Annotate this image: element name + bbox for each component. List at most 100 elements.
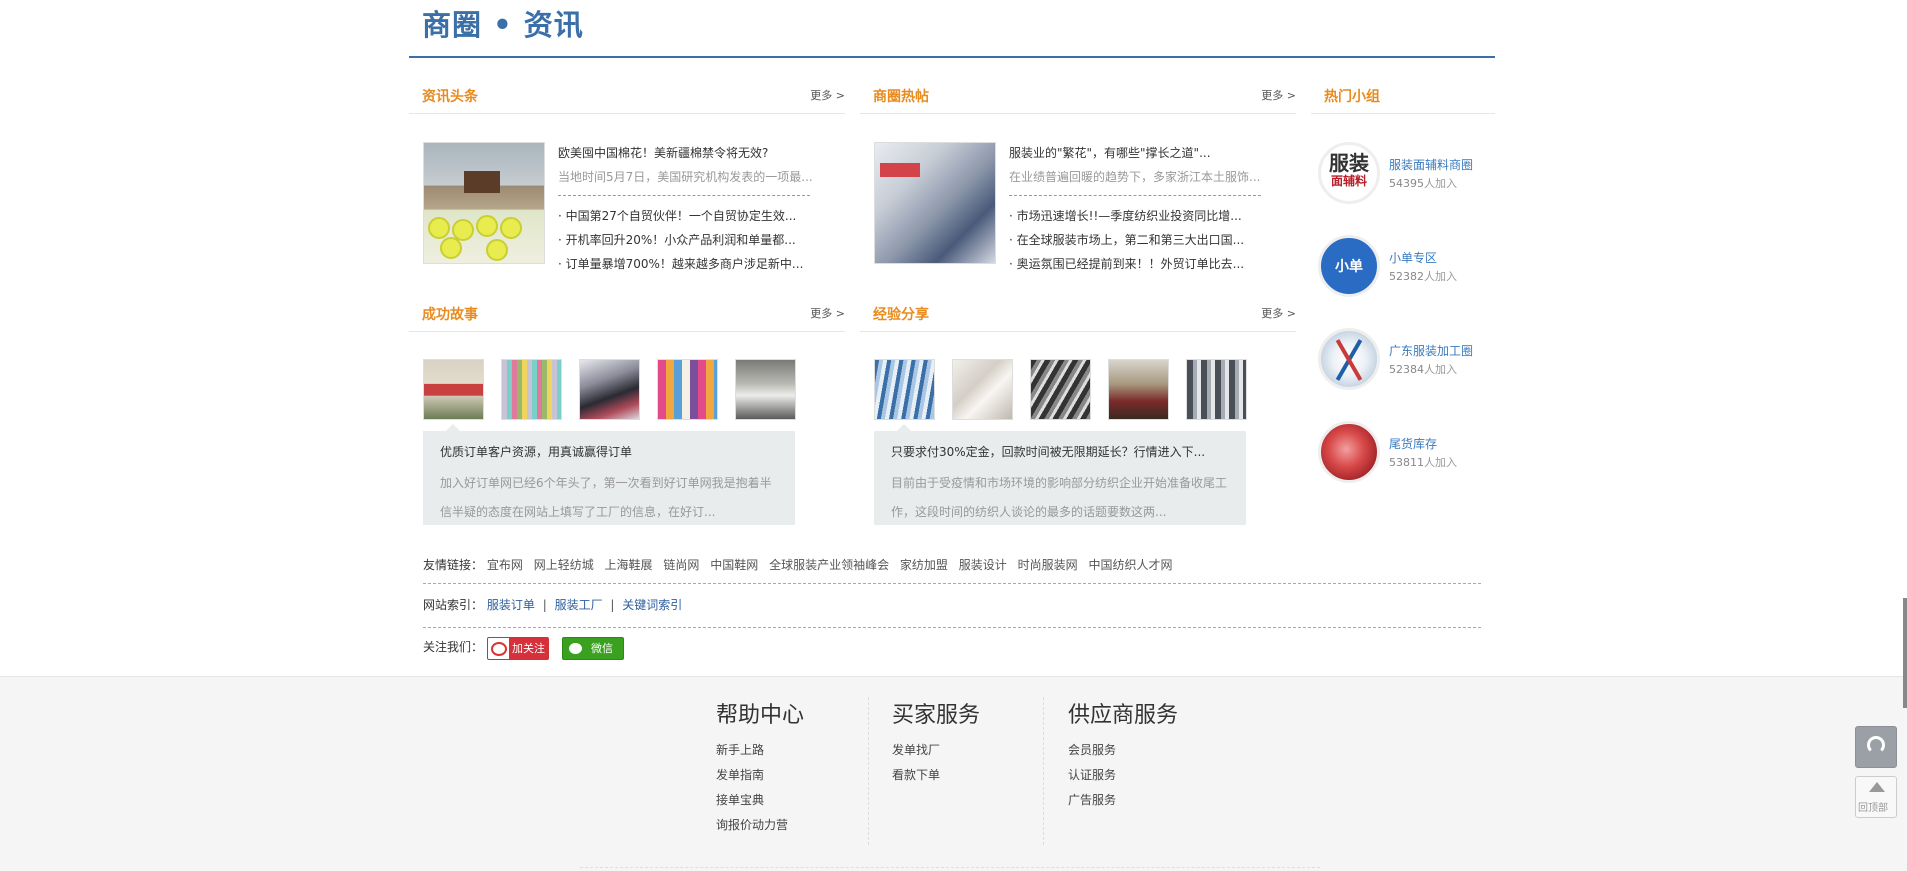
friend-link[interactable]: 上海鞋展 <box>605 558 653 572</box>
footer-link[interactable]: 接单宝典 <box>716 791 804 808</box>
group-item-small-orders[interactable]: 小单 小单专区 52382人加入 <box>1318 235 1498 301</box>
news-header: 资讯头条 更多 > <box>409 74 845 114</box>
news-divider <box>558 195 810 196</box>
site-index-sep: | <box>542 598 547 612</box>
group-avatar-small-orders[interactable]: 小单 <box>1318 235 1380 297</box>
weibo-follow-button[interactable]: 加关注 <box>487 637 549 660</box>
news-more-link[interactable]: 更多 > <box>810 87 845 103</box>
news-item[interactable]: · 中国第27个自贸伙伴！一个自贸协定生效... <box>558 207 796 224</box>
group-avatar-guangdong[interactable] <box>1318 328 1380 390</box>
back-to-top-button[interactable]: 回顶部 <box>1855 776 1897 818</box>
group-count: 52384人加入 <box>1389 363 1457 376</box>
active-pointer <box>897 424 911 431</box>
footer-link[interactable]: 新手上路 <box>716 741 804 758</box>
footer-col-title: 供应商服务 <box>1068 703 1179 728</box>
weibo-icon <box>491 642 507 656</box>
scrollbar[interactable] <box>1903 598 1907 708</box>
news-item[interactable]: · 开机率回升20%！小众产品利润和单量都... <box>558 231 796 248</box>
group-item-guangdong[interactable]: 广东服装加工圈 52384人加入 <box>1318 328 1498 394</box>
news-item[interactable]: · 订单量暴增700%！越来越多商户涉足新中... <box>558 255 803 272</box>
wechat-icon <box>569 643 582 654</box>
footer-link[interactable]: 认证服务 <box>1068 766 1178 783</box>
weaving-photo[interactable] <box>1030 359 1091 420</box>
groups-heading[interactable]: 热门小组 <box>1324 86 1380 106</box>
experience-story-desc: 目前由于受疫情和市场环境的影响部分纺织企业开始准备收尾工作，这段时间的纺织人谈论… <box>891 476 1228 519</box>
group-count: 53811人加入 <box>1389 456 1457 469</box>
friend-link[interactable]: 时尚服装网 <box>1018 558 1078 572</box>
friend-links: 友情链接： 宜布网 网上轻纺城 上海鞋展 链尚网 中国鞋网 全球服装产业领袖峰会… <box>423 556 1179 573</box>
group-name[interactable]: 尾货库存 <box>1389 435 1437 452</box>
back-to-top-label: 回顶部 <box>1858 803 1888 814</box>
group-item-stock[interactable]: 尾货库存 53811人加入 <box>1318 421 1498 487</box>
friend-link[interactable]: 中国纺织人才网 <box>1088 558 1172 572</box>
clothing-rack-photo[interactable] <box>657 359 718 420</box>
cotton-bales-photo[interactable] <box>423 142 545 264</box>
spinning-mill-photo[interactable] <box>874 359 935 420</box>
friend-link[interactable]: 家纺加盟 <box>900 558 948 572</box>
news-headline[interactable]: 欧美囤中国棉花！美新疆棉禁令将无效? <box>558 144 768 161</box>
footer-link[interactable]: 看款下单 <box>892 766 980 783</box>
footer-link[interactable]: 发单指南 <box>716 766 804 783</box>
customer-service-button[interactable] <box>1855 726 1897 768</box>
success-story-box[interactable]: 优质订单客户资源，用真诚赢得订单 加入好订单网已经6个年头了，第一次看到好订单网… <box>423 431 795 525</box>
page-title: 商圈 • 资讯 <box>422 8 584 42</box>
footer: 帮助中心 新手上路 发单指南 接单宝典 询报价动力营 买家服务 发单找厂 看款下… <box>0 676 1907 871</box>
workshop-photo[interactable] <box>735 359 796 420</box>
group-avatar-fabric[interactable]: 服装 面辅料 <box>1318 142 1380 204</box>
footer-link[interactable]: 发单找厂 <box>892 741 980 758</box>
hot-more-link[interactable]: 更多 > <box>1261 87 1296 103</box>
footer-col-title: 买家服务 <box>892 703 981 728</box>
wechat-button[interactable]: 微信 <box>562 637 624 660</box>
friend-link[interactable]: 链尚网 <box>663 558 699 572</box>
hot-heading[interactable]: 商圈热帖 <box>873 86 929 106</box>
experience-heading[interactable]: 经验分享 <box>873 304 929 324</box>
group-count: 54395人加入 <box>1389 177 1457 190</box>
experience-story-box[interactable]: 只要求付30%定金，回款时间被无限期延长？行情进入下... 目前由于受疫情和市场… <box>874 431 1246 525</box>
footer-col-help: 帮助中心 新手上路 发单指南 接单宝典 询报价动力营 <box>716 697 804 833</box>
yarn-photo[interactable] <box>1108 359 1169 420</box>
friend-link[interactable]: 宜布网 <box>487 558 523 572</box>
success-story-desc: 加入好订单网已经6个年头了，第一次看到好订单网我是抱着半信半疑的态度在网站上填写… <box>440 476 772 519</box>
footer-col-buyer: 买家服务 发单找厂 看款下单 <box>892 697 980 783</box>
index-divider <box>423 627 1481 628</box>
hot-divider <box>1009 195 1261 196</box>
success-more-link[interactable]: 更多 > <box>810 305 845 321</box>
experience-story-title[interactable]: 只要求付30%定金，回款时间被无限期延长？行情进入下... <box>891 443 1205 460</box>
footer-link[interactable]: 广告服务 <box>1068 791 1178 808</box>
site-index-link[interactable]: 关键词索引 <box>622 598 682 612</box>
group-name[interactable]: 服装面辅料商圈 <box>1389 156 1473 173</box>
group-name[interactable]: 小单专区 <box>1389 249 1437 266</box>
hot-item[interactable]: · 奥运氛围已经提前到来！！外贸订单比去... <box>1009 255 1244 272</box>
friend-link[interactable]: 中国鞋网 <box>710 558 758 572</box>
footer-link[interactable]: 询报价动力营 <box>716 816 804 833</box>
group-name[interactable]: 广东服装加工圈 <box>1389 342 1473 359</box>
footer-link[interactable]: 会员服务 <box>1068 741 1178 758</box>
footer-col-title: 帮助中心 <box>716 703 805 728</box>
fabric-rolls-photo[interactable] <box>501 359 562 420</box>
news-heading[interactable]: 资讯头条 <box>422 86 478 106</box>
site-index-link[interactable]: 服装工厂 <box>555 598 603 612</box>
group-avatar-stock[interactable] <box>1318 421 1380 483</box>
factory-floor-photo[interactable] <box>1186 359 1247 420</box>
friend-link[interactable]: 全球服装产业领袖峰会 <box>769 558 889 572</box>
site-index-label: 网站索引： <box>423 598 484 612</box>
weibo-follow-label: 加关注 <box>509 638 548 659</box>
hot-item[interactable]: · 市场迅速增长!!—季度纺织业投资同比增... <box>1009 207 1242 224</box>
group-item-fabric[interactable]: 服装 面辅料 服装面辅料商圈 54395人加入 <box>1318 142 1498 208</box>
follow-label: 关注我们： <box>423 640 484 654</box>
shopper-photo[interactable] <box>579 359 640 420</box>
wechat-label: 微信 <box>591 642 613 655</box>
active-pointer <box>446 424 460 431</box>
friend-link[interactable]: 网上轻纺城 <box>534 558 594 572</box>
office-photo[interactable] <box>423 359 484 420</box>
success-story-title[interactable]: 优质订单客户资源，用真诚赢得订单 <box>440 443 632 460</box>
garment-factory-photo[interactable] <box>874 142 996 264</box>
headset-icon <box>1867 736 1885 754</box>
hot-item[interactable]: · 在全球服装市场上，第二和第三大出口国... <box>1009 231 1244 248</box>
experience-more-link[interactable]: 更多 > <box>1261 305 1296 321</box>
success-heading[interactable]: 成功故事 <box>422 304 478 324</box>
site-index-link[interactable]: 服装订单 <box>487 598 535 612</box>
white-fabric-photo[interactable] <box>952 359 1013 420</box>
friend-link[interactable]: 服装设计 <box>959 558 1007 572</box>
hot-headline[interactable]: 服装业的"繁花"，有哪些"撑长之道"... <box>1009 144 1211 161</box>
